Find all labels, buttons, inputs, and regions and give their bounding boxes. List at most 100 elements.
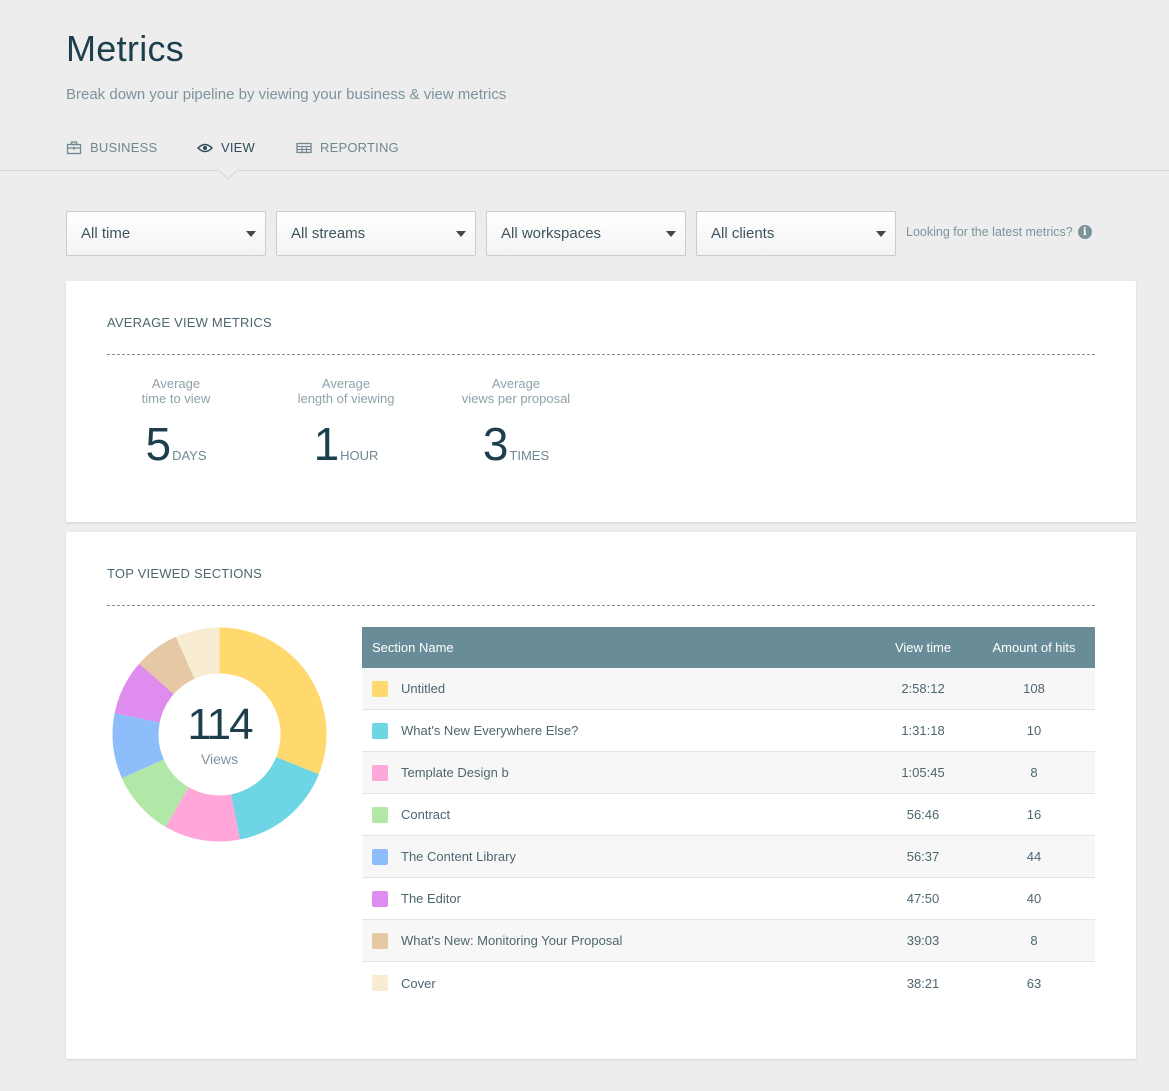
sections-table: Section Name View time Amount of hits Un…: [362, 627, 1095, 1004]
clients-filter-value: All clients: [711, 225, 775, 242]
view-time: 56:46: [906, 807, 940, 822]
legend-swatch: [372, 932, 388, 949]
table-row[interactable]: Untitled 2:58:12 108: [362, 668, 1095, 710]
tab-reporting[interactable]: REPORTING: [296, 140, 399, 155]
hit-count: 40: [1026, 891, 1042, 906]
metric-label-line1: Average: [491, 376, 541, 391]
metric-length-of-viewing: Average length of viewing 1 HOUR: [266, 376, 426, 470]
metric-label-line2: views per proposal: [461, 391, 571, 406]
page-title: Metrics: [66, 28, 185, 69]
row-name-cell: Contract: [362, 806, 873, 823]
table-row[interactable]: The Content Library 56:37 44: [362, 836, 1095, 878]
hit-count: 108: [1023, 681, 1045, 696]
column-header-time[interactable]: View time: [873, 640, 973, 655]
row-name-cell: Template Design b: [362, 764, 873, 781]
section-name: The Content Library: [401, 849, 516, 864]
section-name: Untitled: [401, 681, 446, 696]
tab-business[interactable]: BUSINESS: [66, 140, 157, 155]
metric-value: 5: [145, 418, 172, 470]
workspaces-filter-select[interactable]: All workspaces: [486, 211, 686, 256]
row-name-cell: The Editor: [362, 890, 873, 907]
filter-bar: All time All streams All workspaces All …: [66, 211, 896, 256]
section-name: What's New: Monitoring Your Proposal: [401, 933, 623, 948]
info-icon[interactable]: i: [1077, 225, 1092, 239]
eye-icon: [197, 142, 213, 154]
dropdown-arrow-icon: [876, 231, 886, 237]
metric-value: 3: [482, 418, 509, 470]
table-icon: [296, 142, 312, 154]
donut-svg: [112, 627, 327, 842]
dropdown-arrow-icon: [666, 231, 676, 237]
row-name-cell: What's New Everywhere Else?: [362, 722, 873, 739]
column-header-hits[interactable]: Amount of hits: [973, 640, 1095, 655]
view-time: 1:05:45: [901, 765, 945, 780]
tab-view[interactable]: VIEW: [197, 140, 255, 155]
hit-count: 63: [1026, 975, 1042, 991]
row-name-cell: Cover: [362, 975, 873, 991]
metric-label-line1: Average: [321, 376, 371, 391]
tab-bar: BUSINESS VIEW REPORTING: [0, 130, 1169, 171]
view-time: 56:37: [906, 849, 940, 864]
legend-swatch: [372, 680, 388, 697]
average-view-metrics-title: AVERAGE VIEW METRICS: [107, 315, 272, 330]
view-time: 47:50: [906, 891, 940, 906]
view-time: 38:21: [906, 975, 940, 991]
table-row[interactable]: Template Design b 1:05:45 8: [362, 752, 1095, 794]
clients-filter-select[interactable]: All clients: [696, 211, 896, 256]
time-filter-select[interactable]: All time: [66, 211, 266, 256]
section-name: Contract: [401, 807, 451, 822]
latest-metrics-hint-text: Looking for the latest metrics?: [906, 225, 1073, 239]
table-header: Section Name View time Amount of hits: [362, 627, 1095, 668]
row-name-cell: The Content Library: [362, 848, 873, 865]
view-time: 39:03: [906, 933, 940, 948]
page-subtitle: Break down your pipeline by viewing your…: [66, 86, 507, 103]
section-name: The Editor: [401, 891, 461, 906]
dropdown-arrow-icon: [246, 231, 256, 237]
active-tab-indicator: [219, 170, 237, 180]
view-time: 2:58:12: [901, 681, 945, 696]
metric-unit: DAYS: [172, 448, 207, 463]
metric-label-line2: time to view: [141, 391, 211, 406]
hit-count: 8: [1030, 765, 1038, 780]
streams-filter-select[interactable]: All streams: [276, 211, 476, 256]
divider: [107, 354, 1095, 355]
divider: [107, 605, 1095, 606]
table-row[interactable]: What's New: Monitoring Your Proposal 39:0…: [362, 920, 1095, 962]
table-row[interactable]: Contract 56:46 16: [362, 794, 1095, 836]
dropdown-arrow-icon: [456, 231, 466, 237]
hit-count: 8: [1030, 933, 1038, 948]
table-row[interactable]: Cover 38:21 63: [362, 962, 1095, 1004]
metric-label-line2: length of viewing: [297, 391, 395, 406]
table-row[interactable]: The Editor 47:50 40: [362, 878, 1095, 920]
view-time: 1:31:18: [901, 723, 945, 738]
hit-count: 16: [1026, 807, 1042, 822]
tab-reporting-label: REPORTING: [320, 140, 399, 155]
page-header: Metrics: [66, 28, 184, 70]
hit-count: 10: [1026, 723, 1042, 738]
tab-business-label: BUSINESS: [90, 140, 158, 155]
latest-metrics-hint[interactable]: Looking for the latest metrics? i: [906, 225, 1092, 239]
workspaces-filter-value: All workspaces: [501, 225, 602, 242]
metric-time-to-view: Average time to view 5 DAYS: [96, 376, 256, 470]
row-name-cell: Untitled: [362, 680, 873, 697]
donut-slice[interactable]: [219, 627, 327, 775]
streams-filter-value: All streams: [291, 225, 366, 242]
views-donut-chart: 114 Views: [111, 626, 328, 843]
legend-swatch: [372, 764, 388, 781]
legend-swatch: [372, 722, 388, 739]
table-row[interactable]: What's New Everywhere Else? 1:31:18 10: [362, 710, 1095, 752]
top-viewed-sections-title: TOP VIEWED SECTIONS: [107, 566, 263, 581]
legend-swatch: [372, 975, 388, 991]
time-filter-value: All time: [81, 225, 131, 242]
table-body: Untitled 2:58:12 108 What's New Everywhere …: [362, 668, 1095, 1004]
metric-label-line1: Average: [151, 376, 201, 391]
metric-unit: TIMES: [509, 448, 550, 463]
metric-value: 1: [313, 418, 340, 470]
average-view-metrics-card: AVERAGE VIEW METRICS Average time to vie…: [66, 281, 1136, 522]
section-name: Cover: [401, 975, 436, 991]
column-header-name[interactable]: Section Name: [362, 640, 873, 655]
hit-count: 44: [1026, 849, 1042, 864]
donut-slice[interactable]: [231, 757, 319, 840]
row-name-cell: What's New: Monitoring Your Proposal: [362, 932, 873, 949]
metric-views-per-proposal: Average views per proposal 3 TIMES: [436, 376, 596, 470]
